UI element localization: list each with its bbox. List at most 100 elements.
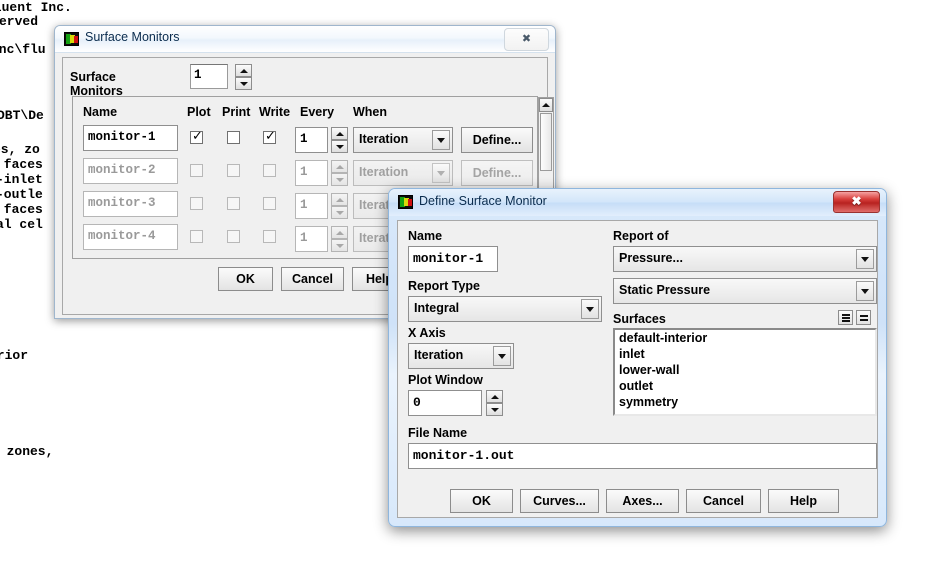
stepper-down-icon[interactable] xyxy=(331,239,348,252)
chevron-down-icon[interactable] xyxy=(856,249,874,269)
monitor-name-input[interactable]: monitor-2 xyxy=(83,158,178,184)
every-input[interactable]: 1 xyxy=(295,127,328,153)
chevron-down-icon[interactable] xyxy=(581,299,599,319)
report-type-select[interactable]: Integral xyxy=(408,296,602,322)
report-of-label: Report of xyxy=(613,229,669,243)
console-line: es, zo xyxy=(0,142,40,157)
plot-checkbox[interactable] xyxy=(190,230,203,243)
x-axis-select[interactable]: Iteration xyxy=(408,343,514,369)
stepper-down-icon[interactable] xyxy=(486,403,503,416)
table-row: monitor-1 ✓ ✓ 1 Iteration Define... xyxy=(73,125,537,158)
screen: Fluent Inc.ervedInc\fluDBT\Dees, zo face… xyxy=(0,0,927,562)
surfaces-listbox[interactable]: default-interiorinletlower-walloutletsym… xyxy=(613,328,877,416)
curves-button[interactable]: Curves... xyxy=(520,489,599,513)
report-of-select[interactable]: Pressure... xyxy=(613,246,877,272)
plot-window-stepper[interactable] xyxy=(486,390,503,416)
console-line: faces xyxy=(0,202,43,217)
write-checkbox[interactable] xyxy=(263,230,276,243)
cancel-button[interactable]: Cancel xyxy=(281,267,344,291)
plot-window-label: Plot Window xyxy=(408,373,483,387)
stepper-down-icon[interactable] xyxy=(331,173,348,186)
close-icon[interactable]: ✖ xyxy=(504,28,549,51)
help-button[interactable]: Help xyxy=(768,489,839,513)
report-type-label: Report Type xyxy=(408,279,480,293)
stepper-down-icon[interactable] xyxy=(331,140,348,153)
print-checkbox[interactable] xyxy=(227,230,240,243)
table-row: monitor-2 1 Iteration Define... xyxy=(73,158,537,191)
chevron-down-icon[interactable] xyxy=(493,346,511,366)
x-axis-label: X Axis xyxy=(408,326,446,340)
write-checkbox[interactable] xyxy=(263,197,276,210)
define-surface-monitor-title: Define Surface Monitor xyxy=(419,194,547,208)
scrollbar-thumb[interactable] xyxy=(540,113,552,171)
define-surface-monitor-body: Name monitor-1 Report Type Integral X Ax… xyxy=(397,220,878,518)
list-item[interactable]: lower-wall xyxy=(615,362,875,378)
plot-checkbox[interactable] xyxy=(190,164,203,177)
monitor-name-input[interactable]: monitor-4 xyxy=(83,224,178,250)
stepper-up-icon[interactable] xyxy=(486,390,503,403)
cancel-button[interactable]: Cancel xyxy=(686,489,761,513)
define-button[interactable]: Define... xyxy=(461,160,533,186)
name-label: Name xyxy=(408,229,442,243)
plot-window-input[interactable]: 0 xyxy=(408,390,482,416)
close-icon[interactable]: ✖ xyxy=(833,191,880,213)
print-checkbox[interactable] xyxy=(227,164,240,177)
when-select[interactable]: Iteration xyxy=(353,160,453,186)
report-of-field-select[interactable]: Static Pressure xyxy=(613,278,877,304)
chevron-down-icon[interactable] xyxy=(856,281,874,301)
list-filter-icon[interactable] xyxy=(856,310,871,325)
axes-button[interactable]: Axes... xyxy=(606,489,679,513)
surface-monitors-count-stepper[interactable] xyxy=(235,64,252,90)
ok-button[interactable]: OK xyxy=(450,489,513,513)
plot-checkbox[interactable] xyxy=(190,197,203,210)
ok-button[interactable]: OK xyxy=(218,267,273,291)
monitor-name-input[interactable]: monitor-3 xyxy=(83,191,178,217)
surface-monitors-titlebar[interactable]: Surface Monitors ✖ xyxy=(55,26,555,53)
surface-monitors-count-input[interactable]: 1 xyxy=(190,64,228,89)
column-header-write: Write xyxy=(259,105,290,119)
stepper-up-icon[interactable] xyxy=(235,64,252,77)
file-name-input[interactable]: monitor-1.out xyxy=(408,443,877,469)
column-header-name: Name xyxy=(83,105,117,119)
console-line: al cel xyxy=(0,217,43,232)
list-item[interactable]: symmetry xyxy=(615,394,875,410)
define-surface-monitor-titlebar[interactable]: Define Surface Monitor ✖ xyxy=(389,189,886,216)
console-line: faces xyxy=(0,157,43,172)
every-stepper[interactable] xyxy=(331,160,348,186)
print-checkbox[interactable] xyxy=(227,131,240,144)
stepper-down-icon[interactable] xyxy=(235,77,252,90)
every-input[interactable]: 1 xyxy=(295,226,328,252)
monitor-name-input[interactable]: monitor-1 xyxy=(83,125,178,151)
console-line: n zones, xyxy=(0,444,53,459)
column-header-print: Print xyxy=(222,105,250,119)
surfaces-label: Surfaces xyxy=(613,312,666,326)
define-surface-monitor-button-row: OK Curves... Axes... Cancel Help xyxy=(398,489,877,513)
stepper-up-icon[interactable] xyxy=(331,193,348,206)
name-input[interactable]: monitor-1 xyxy=(408,246,498,272)
write-checkbox[interactable]: ✓ xyxy=(263,131,276,144)
every-input[interactable]: 1 xyxy=(295,193,328,219)
every-stepper[interactable] xyxy=(331,193,348,219)
chevron-down-icon[interactable] xyxy=(432,163,450,183)
console-line: Fluent Inc. xyxy=(0,0,72,15)
scroll-up-icon[interactable] xyxy=(539,98,553,112)
write-checkbox[interactable] xyxy=(263,164,276,177)
every-input[interactable]: 1 xyxy=(295,160,328,186)
stepper-up-icon[interactable] xyxy=(331,127,348,140)
stepper-up-icon[interactable] xyxy=(331,160,348,173)
stepper-down-icon[interactable] xyxy=(331,206,348,219)
list-item[interactable]: inlet xyxy=(615,346,875,362)
list-item[interactable]: outlet xyxy=(615,378,875,394)
plot-checkbox[interactable]: ✓ xyxy=(190,131,203,144)
when-select[interactable]: Iteration xyxy=(353,127,453,153)
chevron-down-icon[interactable] xyxy=(432,130,450,150)
report-type-value: Integral xyxy=(414,301,459,315)
stepper-up-icon[interactable] xyxy=(331,226,348,239)
every-stepper[interactable] xyxy=(331,226,348,252)
list-options-icon[interactable] xyxy=(838,310,853,325)
print-checkbox[interactable] xyxy=(227,197,240,210)
every-stepper[interactable] xyxy=(331,127,348,153)
when-value: Iteration xyxy=(359,165,408,179)
list-item[interactable]: default-interior xyxy=(615,330,875,346)
define-button[interactable]: Define... xyxy=(461,127,533,153)
